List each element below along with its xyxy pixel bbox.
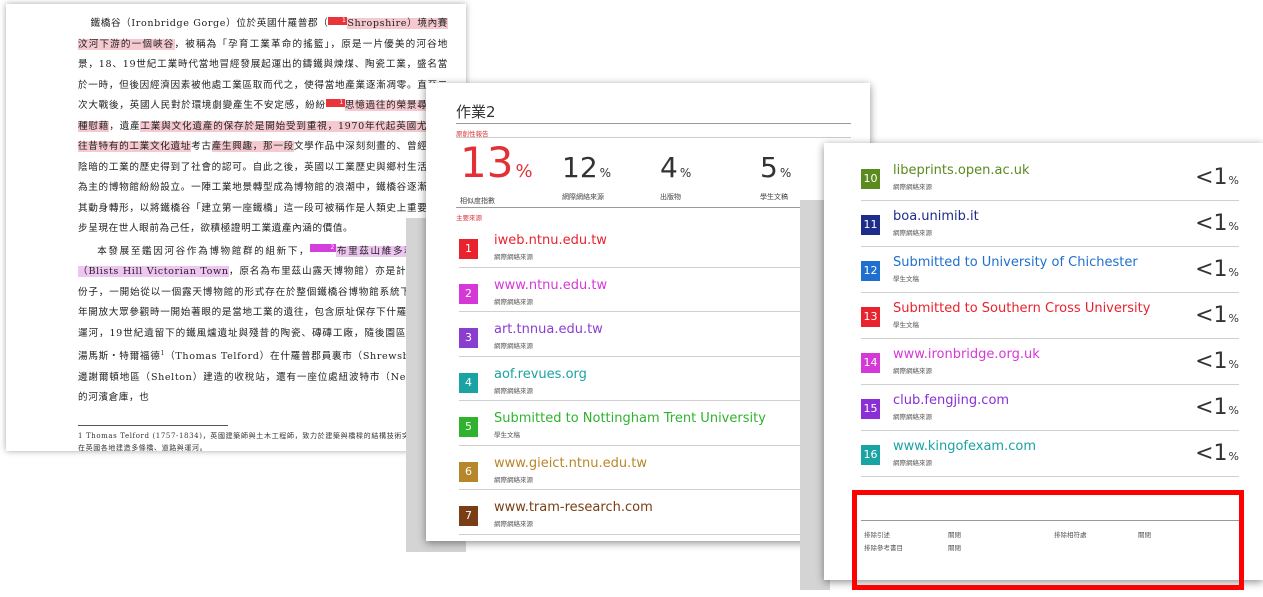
essay-page: 鐵橋谷（Ironbridge Gorge）位於英國什羅普郡（ 1Shropshir…	[6, 4, 466, 452]
source-name-link[interactable]: Submitted to Nottingham Trent University	[494, 411, 766, 426]
divider	[456, 137, 851, 138]
source-type: 網際網絡來源	[893, 459, 932, 467]
source-row[interactable]: 13 Submitted to Southern Cross University…	[861, 293, 1239, 339]
source-percentage: <1%	[1195, 165, 1239, 190]
source-name-link[interactable]: club.fengjing.com	[893, 393, 1009, 408]
source-number-badge: 13	[861, 307, 880, 327]
source-name-link[interactable]: libeprints.open.ac.uk	[893, 163, 1030, 178]
match-marker[interactable]: 2	[310, 244, 336, 253]
source-number-badge: 4	[459, 372, 478, 393]
source-percentage: <1%	[1195, 303, 1239, 328]
source-number-badge: 16	[861, 445, 880, 465]
source-percentage: <1%	[1195, 211, 1239, 236]
source-percentage: <1%	[1195, 395, 1239, 420]
footnote-divider	[78, 424, 228, 426]
source-type: 網際網絡來源	[893, 367, 932, 375]
source-name-link[interactable]: art.tnnua.edu.tw	[494, 322, 603, 337]
source-row[interactable]: 16 www.kingofexam.com 網際網絡來源 <1%	[861, 431, 1239, 477]
source-name-link[interactable]: www.gieict.ntnu.edu.tw	[494, 456, 647, 471]
source-number-badge: 7	[459, 506, 478, 526]
internet-sources-stat: 12% 網際網絡來源	[562, 151, 612, 201]
highlighted-match[interactable]: 產生興趣，那一段	[211, 141, 294, 152]
source-number-badge: 14	[861, 353, 880, 373]
source-name-link[interactable]: Submitted to University of Chichester	[893, 255, 1138, 270]
source-number-badge: 11	[861, 215, 880, 235]
source-type: 學生文稿	[494, 431, 520, 439]
source-number-badge: 12	[861, 261, 880, 281]
source-percentage: <1%	[1195, 441, 1239, 466]
source-type: 網際網絡來源	[893, 413, 932, 421]
student-papers-stat: 5% 學生文稿	[760, 151, 792, 201]
source-row[interactable]: 11 boa.unimib.it 網際網絡來源 <1%	[861, 201, 1239, 247]
primary-sources-label: 主要來源	[456, 214, 482, 222]
source-row[interactable]: 3 art.tnnua.edu.tw 網際網絡來源	[459, 312, 851, 357]
source-name-link[interactable]: boa.unimib.it	[893, 209, 979, 224]
highlighted-match[interactable]: Shropshire）境內賽	[347, 18, 448, 29]
source-name-link[interactable]: iweb.ntnu.edu.tw	[494, 233, 607, 248]
primary-sources-list: 1 iweb.ntnu.edu.tw 網際網絡來源 2 www.ntnu.edu.tw 網…	[459, 223, 851, 535]
source-name-link[interactable]: www.tram-research.com	[494, 500, 653, 515]
essay-paragraph-1: 鐵橋谷（Ironbridge Gorge）位於英國什羅普郡（ 1Shropshir…	[78, 16, 448, 234]
report-title: 作業2	[456, 103, 496, 121]
source-type: 網際網絡來源	[494, 386, 533, 395]
source-number-badge: 10	[861, 169, 880, 189]
source-row[interactable]: 14 www.ironbridge.org.uk 網際網絡來源 <1%	[861, 339, 1239, 385]
sources-list-continued: 10 libeprints.open.ac.uk 網際網絡來源 <1% 11 boa.un…	[861, 155, 1239, 477]
publications-stat: 4% 出版物	[660, 151, 692, 201]
source-number-badge: 2	[459, 283, 478, 304]
source-type: 網際網絡來源	[494, 297, 533, 306]
source-row[interactable]: 15 club.fengjing.com 網際網絡來源 <1%	[861, 385, 1239, 431]
source-number-badge: 5	[459, 417, 478, 437]
highlighted-match[interactable]: 汶河下游的一個峽谷	[78, 38, 175, 50]
source-name-link[interactable]: www.ntnu.edu.tw	[494, 278, 607, 293]
source-type: 網際網絡來源	[494, 253, 533, 261]
source-number-badge: 15	[861, 399, 880, 419]
divider	[456, 123, 851, 124]
footnote: 1 Thomas Telford (1757-1834)，英國建築師與土木工程師…	[78, 431, 448, 452]
source-name-link[interactable]: www.ironbridge.org.uk	[893, 347, 1040, 362]
match-marker[interactable]: 1	[325, 98, 345, 107]
source-name-link[interactable]: Submitted to Southern Cross University	[893, 301, 1150, 316]
source-number-badge: 1	[459, 239, 478, 259]
source-type: 網際網絡來源	[494, 520, 533, 528]
source-row[interactable]: 7 www.tram-research.com 網際網絡來源	[459, 490, 851, 535]
source-row[interactable]: 10 libeprints.open.ac.uk 網際網絡來源 <1%	[861, 155, 1239, 201]
source-name-link[interactable]: www.kingofexam.com	[893, 439, 1036, 454]
source-type: 學生文稿	[893, 275, 919, 283]
source-row[interactable]: 1 iweb.ntnu.edu.tw 網際網絡來源	[459, 223, 851, 268]
source-row[interactable]: 4 aof.revues.org 網際網絡來源	[459, 357, 851, 401]
source-percentage: <1%	[1195, 349, 1239, 374]
source-row[interactable]: 5 Submitted to Nottingham Trent Universit…	[459, 401, 851, 446]
source-percentage: <1%	[1195, 257, 1239, 282]
divider	[456, 207, 851, 208]
essay-paragraph-2: 本發展至鑑因河谷作為博物館群的組新下， 2布里茲山維多利亞小鎮（Blists Hi…	[78, 244, 448, 404]
source-number-badge: 6	[459, 461, 478, 482]
source-row[interactable]: 12 Submitted to University of Chichester 學…	[861, 247, 1239, 293]
match-marker[interactable]: 1	[328, 16, 348, 25]
source-row[interactable]: 2 www.ntnu.edu.tw 網際網絡來源	[459, 268, 851, 312]
source-type: 網際網絡來源	[893, 183, 932, 191]
highlight-box	[852, 490, 1244, 590]
similarity-index: 13% 相似度指數	[460, 138, 533, 206]
source-row[interactable]: 6 www.gieict.ntnu.edu.tw 網際網絡來源	[459, 446, 851, 490]
source-name-link[interactable]: aof.revues.org	[494, 367, 587, 382]
source-type: 網際網絡來源	[494, 475, 533, 484]
source-type: 學生文稿	[893, 321, 919, 329]
source-type: 網際網絡來源	[893, 229, 932, 237]
source-type: 網際網絡來源	[494, 342, 533, 350]
source-number-badge: 3	[459, 328, 478, 348]
